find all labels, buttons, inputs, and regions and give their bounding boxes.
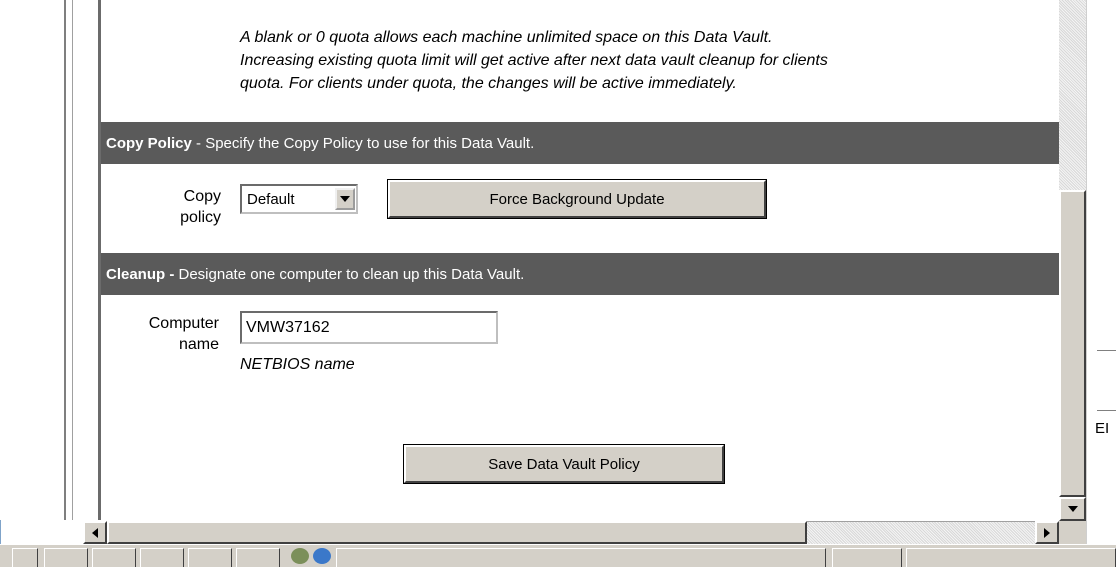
left-tree-pane	[0, 0, 101, 520]
computer-name-input[interactable]: VMW37162	[240, 311, 498, 344]
quota-note-line2: Increasing existing quota limit will get…	[240, 52, 828, 69]
taskbar-button[interactable]	[140, 548, 184, 567]
tree-divider	[64, 0, 66, 520]
cleanup-header-title: Cleanup -	[106, 265, 175, 283]
edge-separator	[1097, 350, 1116, 351]
copy-policy-header-title: Copy Policy	[106, 134, 192, 152]
scroll-down-arrow-icon[interactable]	[1059, 497, 1086, 521]
quota-note: A blank or 0 quota allows each machine u…	[240, 26, 1055, 95]
copy-policy-selected-value: Default	[247, 190, 295, 208]
netbios-hint: NETBIOS name	[240, 356, 355, 373]
save-data-vault-policy-button[interactable]: Save Data Vault Policy	[403, 444, 725, 484]
taskbar-button[interactable]	[188, 548, 232, 567]
dropdown-arrow-icon[interactable]	[335, 188, 355, 210]
computer-name-value: VMW37162	[246, 318, 330, 336]
quota-note-line3: quota. For clients under quota, the chan…	[240, 75, 737, 92]
copy-policy-label: Copy policy	[141, 186, 221, 228]
horizontal-scrollbar-thumb[interactable]	[107, 521, 807, 544]
taskbar-button[interactable]	[92, 548, 136, 567]
computer-name-label-line1: Computer	[148, 315, 219, 332]
computer-name-label-line2: name	[178, 336, 219, 353]
vertical-scrollbar-thumb[interactable]	[1059, 190, 1086, 497]
scroll-left-arrow-icon[interactable]	[83, 521, 107, 544]
data-vault-policy-panel: A blank or 0 quota allows each machine u…	[101, 0, 1059, 521]
taskbar	[0, 544, 1116, 567]
scroll-right-arrow-icon[interactable]	[1035, 521, 1059, 544]
taskbar-button[interactable]	[44, 548, 88, 567]
tree-divider-inner	[72, 0, 73, 520]
taskbar-button[interactable]	[832, 548, 902, 567]
taskbar-button[interactable]	[236, 548, 280, 567]
copy-policy-label-line2: policy	[180, 209, 221, 226]
edge-separator	[1097, 410, 1116, 411]
taskbar-task-button[interactable]	[336, 548, 826, 567]
copy-policy-select[interactable]: Default	[240, 184, 358, 214]
edge-text-fragment: EI	[1095, 420, 1110, 437]
computer-name-label: Computer name	[121, 313, 219, 355]
scrollbar-corner	[1059, 521, 1086, 544]
app-icon[interactable]	[291, 548, 309, 564]
copy-policy-header-desc: - Specify the Copy Policy to use for thi…	[191, 134, 535, 152]
cleanup-header: Cleanup - Designate one computer to clea…	[101, 253, 1059, 295]
cleanup-header-desc: Designate one computer to clean up this …	[174, 265, 525, 283]
background-window-edge: EI	[1086, 0, 1116, 544]
taskbar-button[interactable]	[12, 548, 38, 567]
taskbar-button[interactable]	[906, 548, 1116, 567]
copy-policy-label-line1: Copy	[183, 188, 221, 205]
copy-policy-header: Copy Policy - Specify the Copy Policy to…	[101, 122, 1059, 164]
force-background-update-button[interactable]: Force Background Update	[387, 179, 767, 219]
quota-note-line1: A blank or 0 quota allows each machine u…	[240, 29, 773, 46]
browser-icon[interactable]	[313, 548, 331, 564]
